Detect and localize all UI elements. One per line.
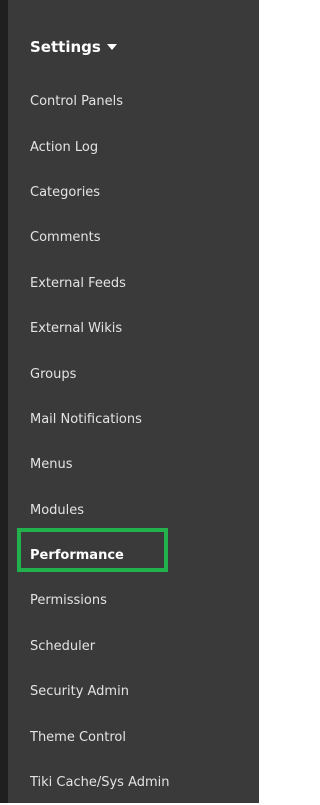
menu-item-label: Groups — [30, 366, 77, 382]
menu-item-modules[interactable]: Modules — [30, 488, 170, 533]
menu-item-label: Modules — [30, 502, 85, 518]
menu-item-mail-notifications[interactable]: Mail Notifications — [30, 397, 170, 442]
menu-item-external-wikis[interactable]: External Wikis — [30, 306, 170, 351]
menu-item-label: Comments — [30, 230, 101, 246]
settings-dropdown-toggle[interactable]: Settings — [30, 36, 117, 58]
menu-item-control-panels[interactable]: Control Panels — [30, 79, 170, 124]
menu-item-performance[interactable]: Performance — [30, 533, 170, 578]
menu-item-external-feeds[interactable]: External Feeds — [30, 261, 170, 306]
menu-item-label: Performance — [30, 548, 124, 564]
menu-item-label: Tiki Cache/Sys Admin — [30, 775, 170, 791]
settings-sidebar: Settings Control Panels Action Log Categ… — [8, 0, 259, 803]
settings-menu: Control Panels Action Log Categories Com… — [30, 79, 170, 805]
menu-item-label: External Feeds — [30, 275, 126, 291]
menu-item-scheduler[interactable]: Scheduler — [30, 624, 170, 669]
settings-title: Settings — [30, 38, 101, 56]
menu-item-label: Action Log — [30, 139, 99, 155]
menu-item-categories[interactable]: Categories — [30, 170, 170, 215]
menu-item-label: Theme Control — [30, 729, 126, 745]
menu-item-permissions[interactable]: Permissions — [30, 578, 170, 623]
caret-down-icon — [106, 44, 117, 50]
menu-item-label: Menus — [30, 457, 73, 473]
menu-item-label: Permissions — [30, 593, 107, 609]
menu-item-label: Categories — [30, 184, 101, 200]
menu-item-label: Mail Notifications — [30, 411, 142, 427]
menu-item-label: External Wikis — [30, 321, 123, 337]
menu-item-label: Control Panels — [30, 94, 123, 110]
sidebar-edge — [0, 0, 8, 803]
menu-item-label: Scheduler — [30, 638, 96, 654]
menu-item-tiki-cache-sys-admin[interactable]: Tiki Cache/Sys Admin — [30, 760, 170, 805]
menu-item-action-log[interactable]: Action Log — [30, 124, 170, 169]
menu-item-theme-control[interactable]: Theme Control — [30, 714, 170, 759]
menu-item-comments[interactable]: Comments — [30, 215, 170, 260]
menu-item-security-admin[interactable]: Security Admin — [30, 669, 170, 714]
menu-item-groups[interactable]: Groups — [30, 351, 170, 396]
menu-item-label: Security Admin — [30, 684, 129, 700]
menu-item-menus[interactable]: Menus — [30, 442, 170, 487]
